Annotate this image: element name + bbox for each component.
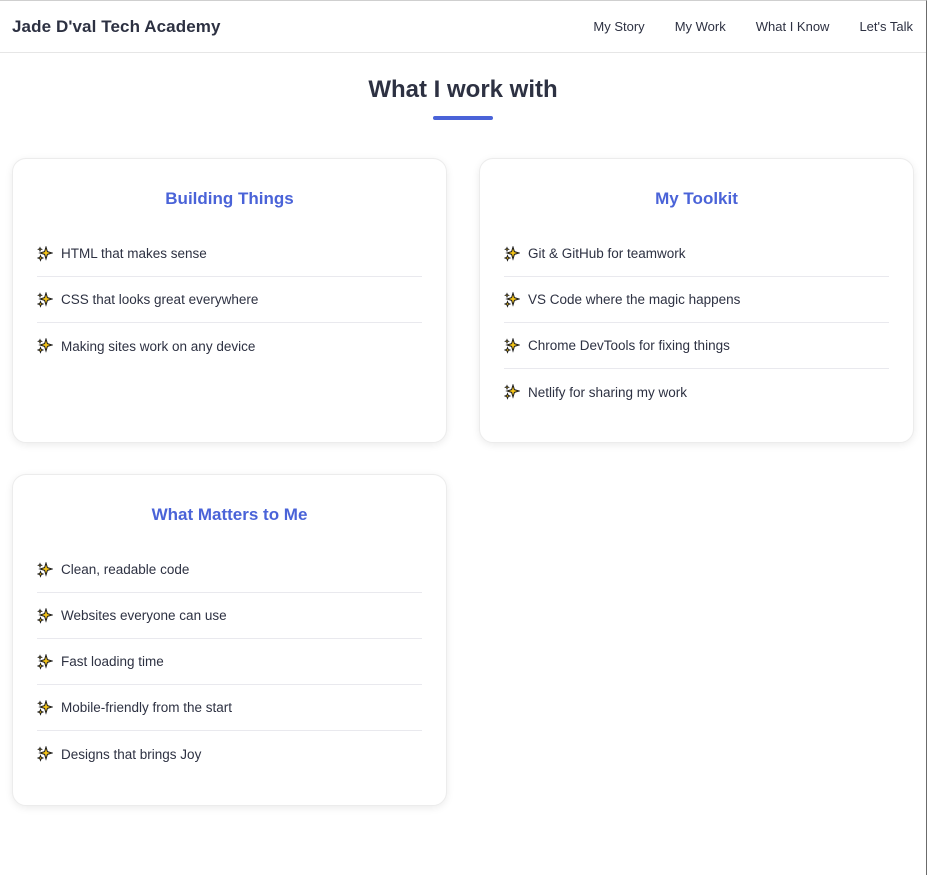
card-title: Building Things bbox=[165, 189, 294, 208]
list-item: Fast loading time bbox=[36, 639, 422, 685]
list-item: Netlify for sharing my work bbox=[503, 369, 889, 415]
card-what-matters: What Matters to Me Clean, readable code … bbox=[12, 474, 447, 806]
list-item: Chrome DevTools for fixing things bbox=[503, 323, 889, 369]
card-title: What Matters to Me bbox=[151, 505, 308, 524]
sparkles-icon bbox=[36, 560, 54, 578]
sparkles-icon bbox=[36, 290, 54, 308]
list-item-label: Netlify for sharing my work bbox=[528, 384, 688, 400]
sparkles-icon bbox=[503, 244, 521, 262]
card-title: My Toolkit bbox=[655, 189, 738, 208]
list-item: HTML that makes sense bbox=[36, 231, 422, 277]
list-item-label: Clean, readable code bbox=[61, 562, 190, 577]
sparkles-icon bbox=[36, 698, 54, 716]
list-item-label: CSS that looks great everywhere bbox=[61, 292, 259, 307]
sparkles-icon bbox=[503, 383, 521, 400]
card-list: Git & GitHub for teamwork VS Code where … bbox=[503, 231, 889, 415]
card-list: Clean, readable code Websites everyone c… bbox=[36, 547, 422, 777]
card-my-toolkit: My Toolkit Git & GitHub for teamwork VS … bbox=[479, 158, 914, 443]
skills-grid: Building Things HTML that makes sense CS… bbox=[12, 158, 914, 806]
card-list: HTML that makes sense CSS that looks gre… bbox=[36, 231, 422, 369]
list-item-label: Fast loading time bbox=[61, 654, 164, 669]
sparkles-icon bbox=[36, 606, 54, 624]
list-item-label: Designs that brings Joy bbox=[61, 746, 202, 762]
nav-link-my-story[interactable]: My Story bbox=[593, 19, 644, 34]
page: Jade D'val Tech Academy My Story My Work… bbox=[0, 0, 927, 875]
card-building-things: Building Things HTML that makes sense CS… bbox=[12, 158, 447, 443]
sparkles-icon bbox=[503, 290, 521, 308]
nav-link-my-work[interactable]: My Work bbox=[675, 19, 726, 34]
nav-link-what-i-know[interactable]: What I Know bbox=[756, 19, 830, 34]
list-item-label: HTML that makes sense bbox=[61, 246, 207, 261]
list-item: CSS that looks great everywhere bbox=[36, 277, 422, 323]
main-nav: My Story My Work What I Know Let's Talk bbox=[593, 19, 913, 34]
list-item: Designs that brings Joy bbox=[36, 731, 422, 777]
sparkles-icon bbox=[36, 745, 54, 762]
section-title: What I work with bbox=[368, 76, 558, 103]
list-item: Mobile-friendly from the start bbox=[36, 685, 422, 731]
brand-logo[interactable]: Jade D'val Tech Academy bbox=[12, 17, 221, 37]
site-header: Jade D'val Tech Academy My Story My Work… bbox=[0, 1, 926, 53]
list-item-label: Websites everyone can use bbox=[61, 608, 227, 623]
list-item: VS Code where the magic happens bbox=[503, 277, 889, 323]
list-item-label: Mobile-friendly from the start bbox=[61, 700, 233, 715]
sparkles-icon bbox=[36, 337, 54, 354]
list-item-label: Making sites work on any device bbox=[61, 338, 256, 354]
sparkles-icon bbox=[36, 652, 54, 670]
list-item: Websites everyone can use bbox=[36, 593, 422, 639]
list-item: Making sites work on any device bbox=[36, 323, 422, 369]
sparkles-icon bbox=[36, 244, 54, 262]
list-item: Git & GitHub for teamwork bbox=[503, 231, 889, 277]
list-item-label: Git & GitHub for teamwork bbox=[528, 246, 686, 261]
sparkles-icon bbox=[503, 336, 521, 354]
title-underline bbox=[433, 116, 493, 120]
list-item-label: VS Code where the magic happens bbox=[528, 292, 741, 307]
list-item-label: Chrome DevTools for fixing things bbox=[528, 338, 730, 353]
nav-link-lets-talk[interactable]: Let's Talk bbox=[859, 19, 913, 34]
list-item: Clean, readable code bbox=[36, 547, 422, 593]
